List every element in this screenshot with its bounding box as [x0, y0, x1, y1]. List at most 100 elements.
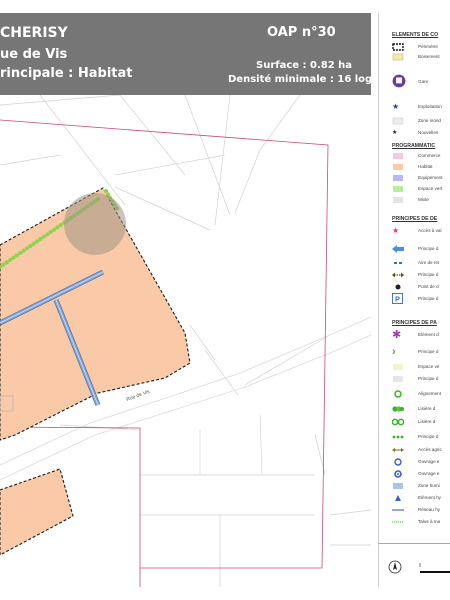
vocation-title: rincipale : Habitat — [0, 66, 133, 81]
legend-panel: ELEMENTS DE CO Périmètre Boisement Gare … — [378, 13, 450, 587]
legend-item: › Principe d — [392, 346, 450, 358]
flood-zone-symbol-icon — [392, 117, 404, 125]
legend-item: ★ Accès à val — [392, 227, 450, 236]
legend-item: Accès agric — [392, 446, 450, 455]
legend-item-label: Ouvrage e — [418, 459, 440, 464]
dotted-green-icon — [392, 521, 404, 523]
legend-item: Lisière d — [392, 405, 450, 414]
legend-item: ✱ Elément d — [392, 329, 450, 341]
circle-blue-icon — [394, 458, 402, 466]
legend-item-label: Zone humi — [418, 483, 440, 488]
legend-footer-divider — [378, 543, 450, 544]
oap-number: OAP n°30 — [267, 25, 336, 40]
legend-item: Zone inond — [392, 117, 450, 126]
mixed-swatch-icon — [393, 197, 403, 203]
road-label: Rue de Vis — [126, 389, 151, 403]
legend-item: Boisement — [392, 53, 450, 62]
legend-item-label: Equipement — [418, 175, 443, 180]
legend-item-label: Accès agric — [418, 447, 442, 452]
legend-item: Principe d — [392, 245, 450, 254]
legend-item: Equipement — [392, 174, 450, 183]
legend-item-label: Point de d — [418, 284, 439, 289]
perimeter-symbol-icon — [392, 43, 404, 51]
legend-item: Ouvrage e — [392, 458, 450, 467]
legend-divider — [378, 13, 379, 587]
legend-item-label: Elément d — [418, 332, 439, 337]
legend-section-title: PROGRAMMATIC — [392, 143, 436, 149]
densite-text: Densité minimale : 16 log/ha — [228, 74, 390, 85]
legend-item: Lisière d — [392, 418, 450, 427]
legend-item: Principe d — [392, 271, 450, 280]
north-arrow-icon — [388, 560, 402, 574]
legend-item-label: Espace vé — [418, 364, 440, 369]
legend-item-label: Alignement — [418, 391, 441, 396]
legend-item-label: Commerce — [418, 153, 441, 158]
point-icon — [395, 284, 401, 290]
legend-item-label: Lisière d — [418, 406, 436, 411]
parking-icon: P — [392, 293, 403, 304]
legend-item: Talus à ma — [392, 518, 450, 527]
parking-area-icon — [394, 262, 402, 264]
legend-item: Principe d — [392, 433, 450, 442]
legend-item: Réseau hy — [392, 506, 450, 515]
double-arrow-icon — [392, 272, 404, 278]
landscaped-space-swatch-icon — [393, 364, 403, 370]
legend-item: Habitat — [392, 163, 450, 172]
legend-item: Aire de ret — [392, 259, 450, 268]
legend-item-label: Exploitation — [418, 104, 442, 109]
star-pink-icon: ★ — [392, 226, 400, 235]
habitat-zone-south[interactable] — [0, 468, 74, 556]
legend-item-label: Mixte — [418, 197, 429, 202]
legend-item: ★ Nouvelles — [392, 129, 450, 138]
legend-item-label: Habitat — [418, 164, 433, 169]
legend-item: Gare — [392, 74, 450, 88]
svg-text:P: P — [395, 294, 400, 303]
circle-blue-alt-icon — [394, 470, 402, 478]
legend-item: Zone humi — [392, 482, 450, 491]
woodland-symbol-icon — [392, 53, 404, 61]
legend-item-label: Principe d — [418, 272, 439, 277]
legend-item-label: Réseau hy — [418, 507, 440, 512]
map-area[interactable]: Rue de Vis — [0, 95, 371, 587]
star-small-icon: ★ — [392, 130, 398, 136]
legend-item-label: Zone inond — [418, 118, 441, 123]
asterisk-purple-icon: ✱ — [392, 329, 402, 341]
green-dots-icon — [392, 435, 404, 439]
wetland-swatch-icon — [393, 483, 403, 489]
legend-item-label: Principe d — [418, 349, 439, 354]
scale-bar-icon — [419, 563, 450, 573]
legend-item-label: Gare — [418, 79, 429, 84]
legend-item: ★ Exploitation — [392, 103, 450, 112]
legend-section-title: ELEMENTS DE CO — [392, 32, 439, 38]
legend-item-label: Boisement — [418, 54, 440, 59]
habitat-swatch-icon — [393, 164, 403, 170]
focus-circle — [64, 193, 126, 255]
legend-item: Périmètre — [392, 43, 450, 52]
map-canvas: Rue de Vis — [0, 95, 371, 587]
site-name: ue de Vis — [0, 47, 68, 62]
hedge-icon — [392, 406, 404, 412]
legend-item-label: Accès à val — [418, 228, 442, 233]
legend-item-label: Principe d — [418, 376, 439, 381]
surface-text: Surface : 0.82 ha — [256, 60, 353, 71]
legend-item-label: Espace vert — [418, 186, 443, 191]
legend-item-label: Ouvrage e — [418, 471, 440, 476]
double-ring-icon — [392, 418, 404, 426]
commerce-swatch-icon — [393, 153, 403, 159]
map-header: CHERISY ue de Vis rincipale : Habitat OA… — [0, 13, 390, 95]
train-icon — [392, 74, 406, 88]
principle-swatch-icon — [393, 376, 403, 382]
triangle-blue-icon — [395, 495, 401, 501]
arrow-brown-icon — [392, 448, 404, 452]
legend-item: Espace vé — [392, 363, 450, 372]
legend-item: Principe d — [392, 375, 450, 384]
legend-item: Espace vert — [392, 185, 450, 194]
star-blue-icon: ★ — [392, 102, 400, 111]
legend-item: P Principe d — [392, 293, 450, 304]
chevron-green-icon: › — [392, 346, 396, 358]
legend-item-label: Lisière d — [418, 419, 436, 424]
legend-item: Alignement — [392, 390, 450, 399]
line-blue-icon — [392, 509, 404, 511]
legend-item-label: Aire de ret — [418, 260, 440, 265]
legend-item: Point de d — [392, 283, 450, 292]
